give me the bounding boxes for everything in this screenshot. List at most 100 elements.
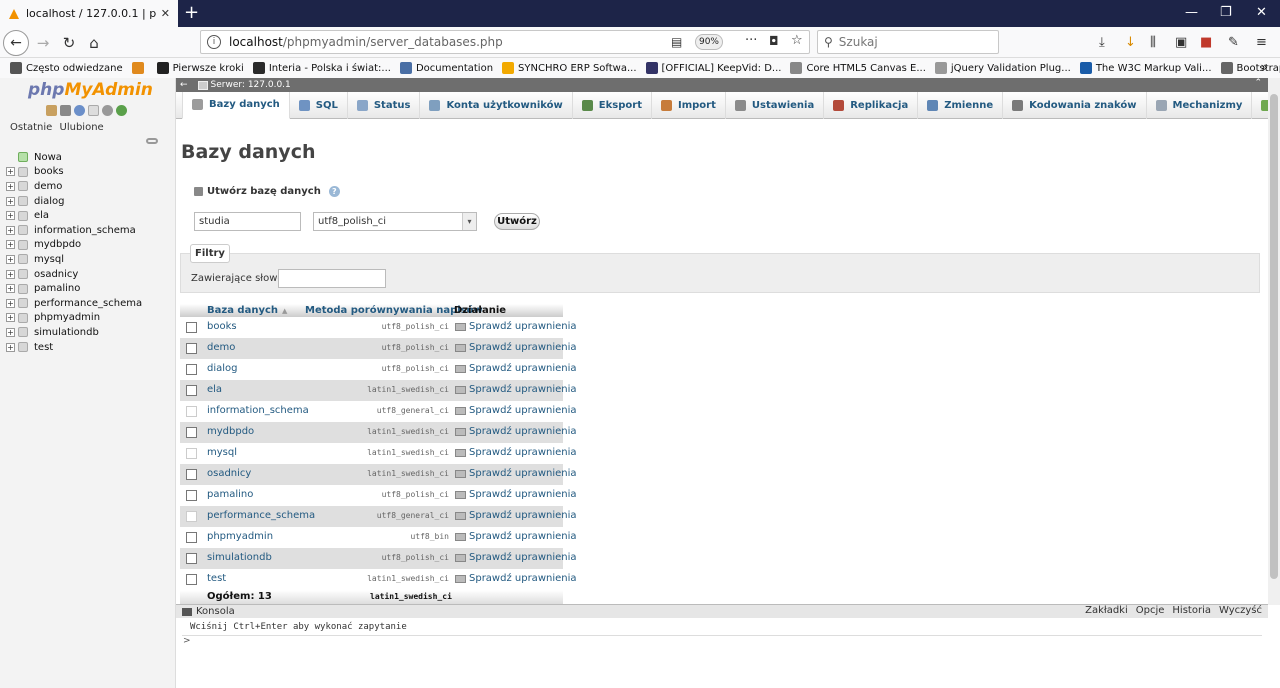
- sidebar-item-demo[interactable]: + demo: [6, 179, 174, 194]
- row-checkbox[interactable]: [186, 574, 197, 585]
- check-privileges-link[interactable]: Sprawdź uprawnienia: [455, 384, 577, 395]
- check-privileges-link[interactable]: Sprawdź uprawnienia: [455, 552, 577, 563]
- sidebar-item-pamalino[interactable]: + pamalino: [6, 281, 174, 296]
- link-with-main-icon[interactable]: [146, 138, 158, 144]
- phpmyadmin-logo[interactable]: phpMyAdmin: [28, 80, 153, 100]
- console-link-history[interactable]: Historia: [1172, 605, 1211, 616]
- filter-input[interactable]: [278, 269, 386, 288]
- collapse-top-icon[interactable]: ⌃: [1254, 78, 1262, 88]
- tab-konta-użytkowników[interactable]: Konta użytkowników: [420, 91, 573, 119]
- database-name-link[interactable]: mydbpdo: [207, 426, 254, 437]
- tab-mechanizmy[interactable]: Mechanizmy: [1147, 91, 1253, 119]
- expand-icon[interactable]: +: [6, 211, 15, 221]
- row-checkbox[interactable]: [186, 490, 197, 501]
- console-link-clear[interactable]: Wyczyść: [1219, 605, 1262, 616]
- check-privileges-link[interactable]: Sprawdź uprawnienia: [455, 447, 577, 458]
- bookmark-item[interactable]: [OFFICIAL] KeepVid: D...: [645, 62, 781, 74]
- download-arrow-icon[interactable]: ↓: [1125, 35, 1136, 50]
- bookmark-star-icon[interactable]: ☆: [791, 33, 803, 48]
- reload-nav-icon[interactable]: [116, 105, 127, 116]
- extension-icon[interactable]: ■: [1200, 35, 1212, 50]
- server-label[interactable]: Serwer: 127.0.0.1: [211, 80, 291, 90]
- new-database-name-input[interactable]: studia: [194, 212, 301, 231]
- address-bar[interactable]: i localhost/phpmyadmin/server_databases.…: [200, 30, 810, 54]
- expand-icon[interactable]: +: [6, 167, 15, 177]
- pocket-icon[interactable]: ◘: [769, 34, 779, 48]
- database-name-link[interactable]: phpmyadmin: [207, 531, 273, 542]
- check-privileges-link[interactable]: Sprawdź uprawnienia: [455, 405, 577, 416]
- bookmark-item[interactable]: Core HTML5 Canvas E...: [790, 62, 926, 74]
- expand-icon[interactable]: +: [6, 240, 15, 250]
- back-button[interactable]: ←: [3, 30, 29, 56]
- database-name-link[interactable]: performance_schema: [207, 510, 315, 521]
- expand-icon[interactable]: +: [6, 284, 15, 294]
- expand-icon[interactable]: +: [6, 181, 15, 191]
- collapse-arrow-icon[interactable]: ←: [180, 80, 188, 90]
- menu-icon[interactable]: ≡: [1256, 35, 1267, 50]
- console-link-bookmarks[interactable]: Zakładki: [1085, 605, 1128, 616]
- expand-icon[interactable]: +: [6, 313, 15, 323]
- site-info-icon[interactable]: i: [207, 35, 221, 49]
- tab-ustawienia[interactable]: Ustawienia: [726, 91, 825, 119]
- tab-bazy-danych[interactable]: Bazy danych: [182, 91, 290, 119]
- database-name-link[interactable]: ela: [207, 384, 222, 395]
- row-checkbox[interactable]: [186, 364, 197, 375]
- help-icon[interactable]: ?: [328, 186, 340, 197]
- tab-sql[interactable]: SQL: [290, 91, 348, 119]
- restore-window-icon[interactable]: ❐: [1220, 5, 1232, 20]
- expand-icon[interactable]: +: [6, 298, 15, 308]
- sidebar-item-mydbpdo[interactable]: + mydbpdo: [6, 238, 174, 253]
- page-actions-icon[interactable]: ···: [745, 33, 757, 48]
- bookmark-item[interactable]: Bootstrap 3 przyklejon...: [1220, 62, 1280, 74]
- tab-import[interactable]: Import: [652, 91, 726, 119]
- check-privileges-link[interactable]: Sprawdź uprawnienia: [455, 531, 577, 542]
- database-name-link[interactable]: pamalino: [207, 489, 253, 500]
- check-privileges-link[interactable]: Sprawdź uprawnienia: [455, 468, 577, 479]
- check-privileges-link[interactable]: Sprawdź uprawnienia: [455, 426, 577, 437]
- check-privileges-link[interactable]: Sprawdź uprawnienia: [455, 510, 577, 521]
- check-privileges-link[interactable]: Sprawdź uprawnienia: [455, 363, 577, 374]
- create-database-button[interactable]: Utwórz: [494, 213, 540, 230]
- sidebar-item-osadnicy[interactable]: + osadnicy: [6, 267, 174, 282]
- collation-select[interactable]: utf8_polish_ci ▾: [313, 212, 477, 231]
- check-privileges-link[interactable]: Sprawdź uprawnienia: [455, 489, 577, 500]
- sidebar-item-new[interactable]: Nowa: [6, 150, 174, 165]
- close-window-icon[interactable]: ✕: [1256, 5, 1267, 20]
- bookmarks-overflow-icon[interactable]: »: [1261, 60, 1268, 74]
- tab-kodowania-znaków[interactable]: Kodowania znaków: [1003, 91, 1147, 119]
- docs-icon[interactable]: [88, 105, 99, 116]
- database-name-link[interactable]: demo: [207, 342, 235, 353]
- row-checkbox[interactable]: [186, 553, 197, 564]
- database-name-link[interactable]: information_schema: [207, 405, 309, 416]
- check-privileges-link[interactable]: Sprawdź uprawnienia: [455, 321, 577, 332]
- minimize-window-icon[interactable]: —: [1185, 5, 1198, 20]
- tab-zmienne[interactable]: Zmienne: [918, 91, 1004, 119]
- bookmark-item[interactable]: [131, 62, 148, 74]
- database-name-link[interactable]: books: [207, 321, 237, 332]
- sidebar-icon[interactable]: ▣: [1175, 35, 1187, 50]
- check-privileges-link[interactable]: Sprawdź uprawnienia: [455, 342, 577, 353]
- help-icon[interactable]: [74, 105, 85, 116]
- forward-button[interactable]: →: [32, 32, 54, 54]
- tab-status[interactable]: Status: [348, 91, 421, 119]
- row-checkbox[interactable]: [186, 385, 197, 396]
- expand-icon[interactable]: +: [6, 342, 15, 352]
- sidebar-item-information-schema[interactable]: + information_schema: [6, 223, 174, 238]
- row-checkbox[interactable]: [186, 322, 197, 333]
- browser-tab[interactable]: localhost / 127.0.0.1 | phpMyAdmin ✕: [0, 0, 178, 27]
- console-body[interactable]: Wciśnij Ctrl+Enter aby wykonać zapytanie…: [176, 618, 1280, 688]
- recent-tab[interactable]: Ostatnie: [10, 122, 52, 133]
- bookmark-item[interactable]: Interia - Polska i świat:...: [252, 62, 391, 74]
- bookmark-item[interactable]: The W3C Markup Vali...: [1079, 62, 1212, 74]
- console-label[interactable]: Konsola: [196, 606, 235, 617]
- close-tab-icon[interactable]: ✕: [161, 7, 170, 20]
- logout-icon[interactable]: [60, 105, 71, 116]
- expand-icon[interactable]: +: [6, 225, 15, 235]
- sidebar-item-performance-schema[interactable]: + performance_schema: [6, 296, 174, 311]
- zoom-indicator[interactable]: 90%: [695, 34, 723, 50]
- console-bar[interactable]: Konsola Zakładki Opcje Historia Wyczyść: [176, 604, 1268, 618]
- database-name-link[interactable]: test: [207, 573, 226, 584]
- row-checkbox[interactable]: [186, 343, 197, 354]
- database-name-link[interactable]: mysql: [207, 447, 237, 458]
- row-checkbox[interactable]: [186, 532, 197, 543]
